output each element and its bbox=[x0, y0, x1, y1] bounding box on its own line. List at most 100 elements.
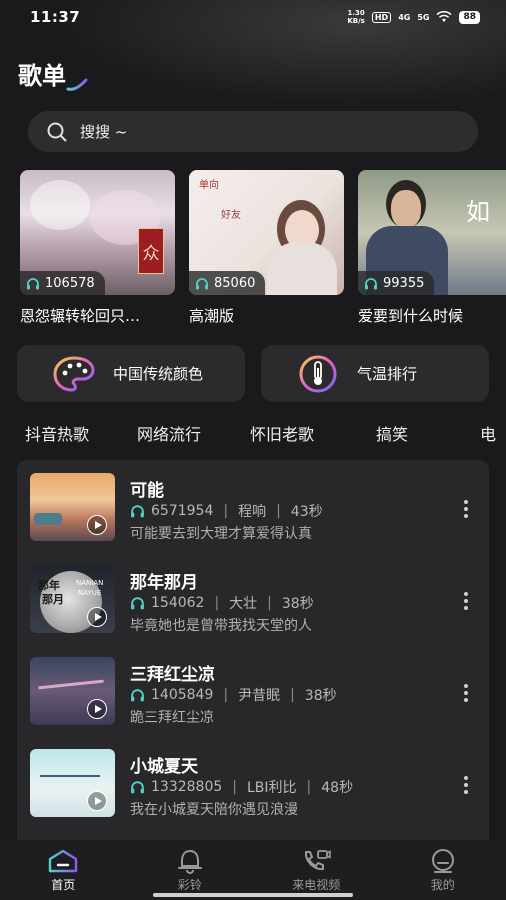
playlist-carousel: 众 106578 恩怨辗转轮回只… 单向 好友 85060 高潮版 如 9935… bbox=[20, 170, 506, 330]
category-button-traditional-colors[interactable]: 中国传统颜色 bbox=[17, 345, 245, 402]
song-description: 我在小城夏天陪你遇见浪漫 bbox=[130, 802, 298, 818]
category-label: 中国传统颜色 bbox=[113, 365, 204, 383]
more-options-icon[interactable] bbox=[463, 592, 469, 610]
playlist-title: 恩怨辗转轮回只… bbox=[20, 307, 141, 325]
separator: | bbox=[214, 595, 220, 611]
separator: | bbox=[290, 687, 295, 703]
more-options-icon[interactable] bbox=[463, 776, 469, 794]
bell-icon bbox=[177, 849, 202, 874]
playlist-title: 爱要到什么时候 bbox=[358, 307, 464, 325]
home-icon bbox=[49, 849, 78, 873]
cover-top-text: 单向 bbox=[199, 180, 219, 191]
song-duration: 38秒 bbox=[304, 688, 337, 704]
song-description: 可能要去到大理才算爱得认真 bbox=[130, 526, 312, 542]
hd-icon: HD bbox=[371, 11, 392, 23]
song-meta: 13328805 | LBI利比 | 48秒 bbox=[130, 777, 353, 797]
play-icon[interactable] bbox=[87, 699, 107, 719]
cover-en-line1: NANIAN bbox=[76, 579, 104, 587]
song-title: 小城夏天 bbox=[130, 757, 198, 777]
headphones-icon bbox=[131, 597, 144, 610]
play-count: 85060 bbox=[214, 275, 256, 291]
category-label: 气温排行 bbox=[357, 365, 418, 383]
cover-en-line2: NAYUE bbox=[78, 589, 102, 597]
search-placeholder: 搜搜 ~ bbox=[80, 123, 128, 141]
tag-item[interactable]: 怀旧老歌 bbox=[250, 421, 314, 443]
search-icon bbox=[47, 122, 67, 141]
play-count-badge: 85060 bbox=[189, 271, 266, 295]
bottom-navigation: 首页 彩铃 来电视频 我的 bbox=[0, 840, 506, 900]
headphones-icon bbox=[131, 781, 144, 794]
phone-video-icon bbox=[305, 850, 332, 871]
headphones-icon bbox=[131, 689, 144, 702]
nav-item-ringtone[interactable]: 彩铃 bbox=[140, 848, 240, 893]
playlist-card[interactable]: 众 106578 恩怨辗转轮回只… bbox=[20, 170, 175, 326]
palette-icon bbox=[53, 355, 95, 392]
nav-label: 彩铃 bbox=[177, 878, 202, 892]
song-meta: 6571954 | 程响 | 43秒 bbox=[130, 501, 323, 521]
cover-mid-text: 好友 bbox=[221, 210, 241, 221]
play-count-badge: 106578 bbox=[20, 271, 105, 295]
home-indicator[interactable] bbox=[153, 893, 353, 897]
thermometer-icon bbox=[299, 355, 337, 392]
playlist-cover: 单向 好友 85060 bbox=[189, 170, 344, 295]
song-description: 跪三拜红尘凉 bbox=[130, 710, 214, 726]
nav-item-call-video[interactable]: 来电视频 bbox=[266, 848, 366, 893]
network-speed-value: 1.30 bbox=[347, 9, 365, 17]
song-meta: 1405849 | 尹昔眠 | 38秒 bbox=[130, 685, 337, 705]
playlist-title: 高潮版 bbox=[189, 307, 235, 325]
song-artist: LBI利比 bbox=[246, 780, 297, 796]
headphones-icon bbox=[365, 277, 377, 289]
song-row[interactable]: 那年 那月 NANIAN NAYUE 那年那月 154062 | 大壮 | 38… bbox=[17, 552, 489, 644]
song-duration: 38秒 bbox=[281, 596, 314, 612]
cover-side-text: 如 bbox=[466, 198, 490, 226]
song-row[interactable]: 可能 6571954 | 程响 | 43秒 可能要去到大理才算爱得认真 bbox=[17, 460, 489, 552]
network-speed-unit: KB/s bbox=[347, 17, 365, 25]
tag-item[interactable]: 抖音热歌 bbox=[25, 421, 89, 443]
more-options-icon[interactable] bbox=[463, 684, 469, 702]
play-icon[interactable] bbox=[87, 607, 107, 627]
playlist-cover: 众 106578 bbox=[20, 170, 175, 295]
play-count-badge: 99355 bbox=[358, 271, 435, 295]
song-description: 毕竟她也是曾带我找天堂的人 bbox=[130, 618, 312, 634]
playlist-card[interactable]: 单向 好友 85060 高潮版 bbox=[189, 170, 344, 326]
song-plays: 154062 bbox=[151, 595, 205, 611]
tag-bar: 抖音热歌 网络流行 怀旧老歌 搞笑 电 bbox=[25, 421, 506, 443]
tag-item[interactable]: 搞笑 bbox=[376, 421, 408, 443]
cover-text-line2: 那月 bbox=[42, 593, 64, 606]
play-icon[interactable] bbox=[87, 791, 107, 811]
separator: | bbox=[232, 779, 237, 795]
separator: | bbox=[223, 503, 229, 519]
nav-item-profile[interactable]: 我的 bbox=[393, 848, 493, 893]
song-plays: 1405849 bbox=[151, 687, 214, 703]
tag-item[interactable]: 电 bbox=[480, 421, 496, 443]
song-list: 可能 6571954 | 程响 | 43秒 可能要去到大理才算爱得认真 那年 那… bbox=[17, 460, 489, 840]
song-artist: 大壮 bbox=[229, 596, 258, 612]
tag-item[interactable]: 网络流行 bbox=[137, 421, 201, 443]
page-title: 歌单 bbox=[18, 62, 66, 90]
signal-4g-icon: 4G bbox=[398, 12, 411, 22]
wifi-icon bbox=[436, 11, 453, 22]
profile-icon bbox=[431, 849, 454, 873]
separator: | bbox=[267, 595, 272, 611]
battery-icon: 88 bbox=[459, 10, 480, 24]
song-duration: 43秒 bbox=[290, 504, 323, 520]
nav-label: 首页 bbox=[51, 878, 76, 892]
song-cover bbox=[30, 749, 115, 817]
play-icon[interactable] bbox=[87, 515, 107, 535]
nav-label: 我的 bbox=[430, 878, 455, 892]
song-duration: 48秒 bbox=[321, 780, 354, 796]
play-count: 99355 bbox=[383, 275, 425, 291]
headphones-icon bbox=[131, 505, 144, 518]
category-button-temperature-ranking[interactable]: 气温排行 bbox=[261, 345, 489, 402]
cover-stamp-text: 众 bbox=[138, 228, 164, 274]
song-cover bbox=[30, 473, 115, 541]
song-row[interactable]: 小城夏天 13328805 | LBI利比 | 48秒 我在小城夏天陪你遇见浪漫 bbox=[17, 736, 489, 828]
song-plays: 6571954 bbox=[151, 503, 214, 519]
separator: | bbox=[223, 687, 229, 703]
nav-item-home[interactable]: 首页 bbox=[13, 848, 113, 893]
playlist-card[interactable]: 如 99355 爱要到什么时候 bbox=[358, 170, 506, 326]
song-row[interactable]: 三拜红尘凉 1405849 | 尹昔眠 | 38秒 跪三拜红尘凉 bbox=[17, 644, 489, 736]
status-time: 11:37 bbox=[30, 8, 81, 26]
more-options-icon[interactable] bbox=[463, 500, 469, 518]
search-bar[interactable]: 搜搜 ~ bbox=[28, 111, 478, 152]
